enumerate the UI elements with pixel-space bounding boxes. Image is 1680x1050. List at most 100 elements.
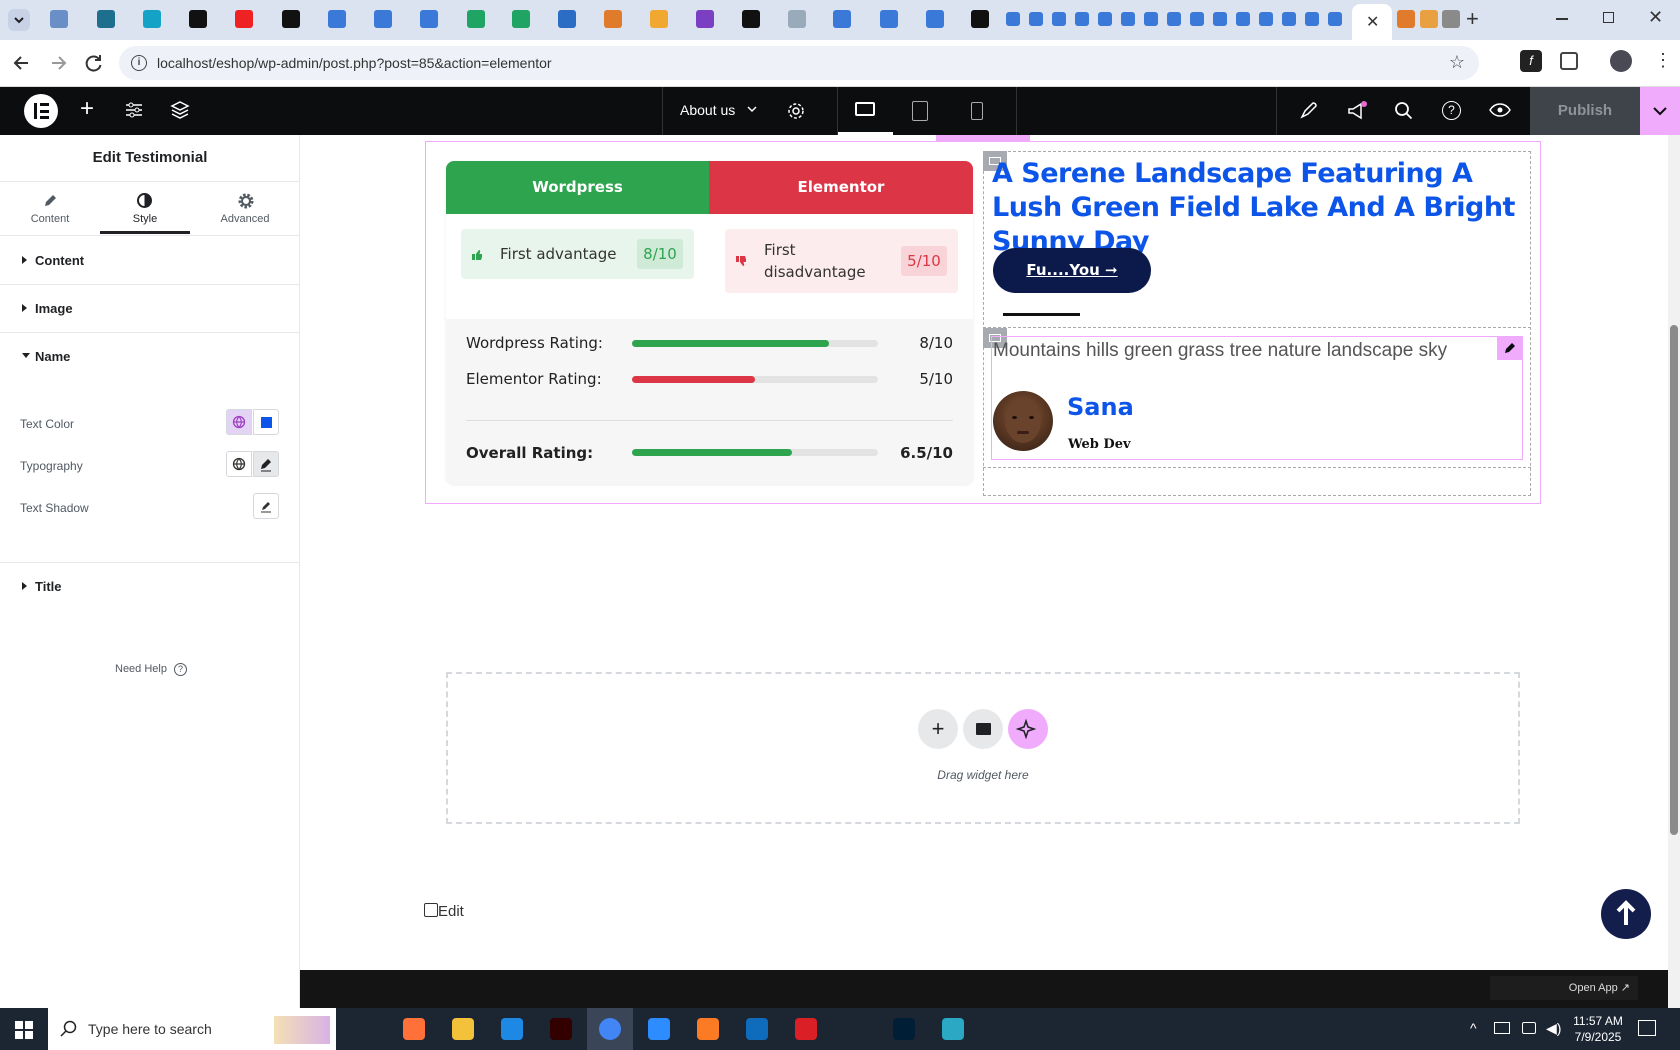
notifications-megaphone-icon[interactable] <box>1346 101 1368 121</box>
tab-favicon[interactable] <box>1075 12 1089 26</box>
tab-favicon[interactable] <box>1305 12 1319 26</box>
outlook-icon[interactable] <box>746 1018 768 1040</box>
chrome-icon[interactable] <box>599 1018 621 1040</box>
add-template-button[interactable] <box>963 709 1003 749</box>
scrollbar-thumb[interactable] <box>1670 325 1678 835</box>
tab-favicon[interactable] <box>467 10 485 28</box>
tablet-view-icon[interactable] <box>912 101 928 121</box>
tab-favicon[interactable] <box>1397 10 1415 28</box>
scroll-to-top-button[interactable] <box>1601 889 1651 939</box>
tab-favicon[interactable] <box>696 10 714 28</box>
creative-cloud-icon[interactable] <box>795 1018 817 1040</box>
tab-favicon[interactable] <box>97 10 115 28</box>
bookmark-star-icon[interactable]: ☆ <box>1449 52 1465 73</box>
photoshop-icon[interactable] <box>893 1018 915 1040</box>
hero-button[interactable]: Fu....You ➞ <box>993 248 1151 293</box>
tab-favicon[interactable] <box>833 10 851 28</box>
extensions-puzzle-icon[interactable] <box>1560 52 1578 70</box>
system-clock[interactable]: 11:57 AM 7/9/2025 <box>1568 1013 1628 1045</box>
tab-favicon[interactable] <box>512 10 530 28</box>
publish-button[interactable]: Publish <box>1530 87 1640 135</box>
section-content[interactable]: Content <box>0 236 300 285</box>
tab-favicon[interactable] <box>374 10 392 28</box>
tab-favicon[interactable] <box>1420 10 1438 28</box>
file-explorer-icon[interactable] <box>452 1018 474 1040</box>
tab-favicon[interactable] <box>235 10 253 28</box>
tab-favicon[interactable] <box>1259 12 1273 26</box>
comparison-widget[interactable]: Wordpress Elementor First advantage 8/10… <box>446 161 973 484</box>
wifi-icon[interactable] <box>1522 1022 1536 1034</box>
address-bar[interactable]: i localhost/eshop/wp-admin/post.php?post… <box>119 46 1479 80</box>
tab-favicon[interactable] <box>1282 12 1296 26</box>
need-help-link[interactable]: Need Help ? <box>115 663 188 676</box>
profile-avatar[interactable] <box>1610 50 1632 72</box>
close-window-icon[interactable]: ✕ <box>1648 7 1663 28</box>
publish-options-button[interactable] <box>1640 87 1680 135</box>
desktop-view-button[interactable] <box>838 87 893 135</box>
show-hidden-icons[interactable]: ^ <box>1470 1020 1477 1036</box>
tab-favicon[interactable] <box>604 10 622 28</box>
mobile-view-icon[interactable] <box>971 102 983 120</box>
windows-start-icon[interactable] <box>15 1021 33 1039</box>
tab-favicon[interactable] <box>926 10 944 28</box>
elementor-logo[interactable] <box>24 94 58 128</box>
tab-favicon[interactable] <box>50 10 68 28</box>
pen-tool-icon[interactable] <box>844 1018 866 1040</box>
tab-content[interactable]: Content <box>0 182 100 234</box>
text-shadow-edit-button[interactable] <box>253 493 279 519</box>
tab-favicon[interactable] <box>1213 12 1227 26</box>
add-element-icon[interactable]: + <box>80 97 94 121</box>
browser-menu-icon[interactable]: ⋮ <box>1654 48 1672 72</box>
canvas-scrollbar[interactable] <box>1668 135 1680 1008</box>
edit-widget-pencil-icon[interactable] <box>1497 336 1523 360</box>
close-tab-icon[interactable]: ✕ <box>1366 12 1379 32</box>
tab-favicon[interactable] <box>1442 10 1460 28</box>
task-view-icon[interactable] <box>354 1018 376 1040</box>
global-color-button[interactable] <box>226 409 252 435</box>
global-typography-button[interactable] <box>226 451 252 477</box>
extension-icon[interactable]: f <box>1520 50 1542 72</box>
tab-advanced[interactable]: Advanced <box>195 182 295 234</box>
back-icon[interactable] <box>12 53 32 73</box>
zoom-icon[interactable] <box>648 1018 670 1040</box>
edit-link[interactable]: Edit <box>424 903 464 920</box>
url-text[interactable]: localhost/eshop/wp-admin/post.php?post=8… <box>157 55 552 71</box>
ai-generate-button[interactable] <box>1008 709 1048 749</box>
app-icon[interactable] <box>942 1018 964 1040</box>
tab-favicon[interactable] <box>1190 12 1204 26</box>
tab-style[interactable]: Style <box>100 182 190 234</box>
open-app-button[interactable]: Open App ↗ <box>1490 976 1638 1000</box>
typography-edit-button[interactable] <box>253 451 279 477</box>
section-name[interactable]: Name <box>0 333 300 379</box>
vscode-icon[interactable] <box>501 1018 523 1040</box>
tab-favicon[interactable] <box>189 10 207 28</box>
chevron-down-icon[interactable] <box>746 103 758 115</box>
color-picker-swatch[interactable] <box>253 409 279 435</box>
tab-favicon[interactable] <box>282 10 300 28</box>
hero-heading[interactable]: A Serene Landscape Featuring A Lush Gree… <box>992 157 1522 259</box>
page-selector[interactable]: About us <box>680 102 735 118</box>
tab-favicon[interactable] <box>420 10 438 28</box>
notification-center-icon[interactable] <box>1638 1020 1656 1036</box>
site-settings-icon[interactable] <box>125 101 143 119</box>
tab-favicon[interactable] <box>742 10 760 28</box>
tab-favicon[interactable] <box>971 10 989 28</box>
active-tab[interactable]: ✕ <box>1352 4 1392 40</box>
structure-layers-icon[interactable] <box>170 100 190 120</box>
illustrator-icon[interactable] <box>550 1018 572 1040</box>
tab-favicon[interactable] <box>1098 12 1112 26</box>
tab-favicon[interactable] <box>328 10 346 28</box>
section-title[interactable]: Title <box>0 563 300 609</box>
tab-favicon[interactable] <box>558 10 576 28</box>
launchpad-rocket-icon[interactable] <box>1298 101 1318 121</box>
add-section-button[interactable]: + <box>918 709 958 749</box>
add-section-dropzone[interactable]: + Drag widget here <box>446 672 1520 824</box>
comparison-tab-wordpress[interactable]: Wordpress <box>446 161 709 214</box>
new-tab-button[interactable]: + <box>1466 8 1479 30</box>
restore-icon[interactable] <box>1603 12 1614 23</box>
finder-search-icon[interactable] <box>1394 101 1414 121</box>
tab-favicon[interactable] <box>1167 12 1181 26</box>
network-icon[interactable] <box>1494 1022 1510 1034</box>
tab-favicon[interactable] <box>880 10 898 28</box>
xampp-icon[interactable] <box>697 1018 719 1040</box>
